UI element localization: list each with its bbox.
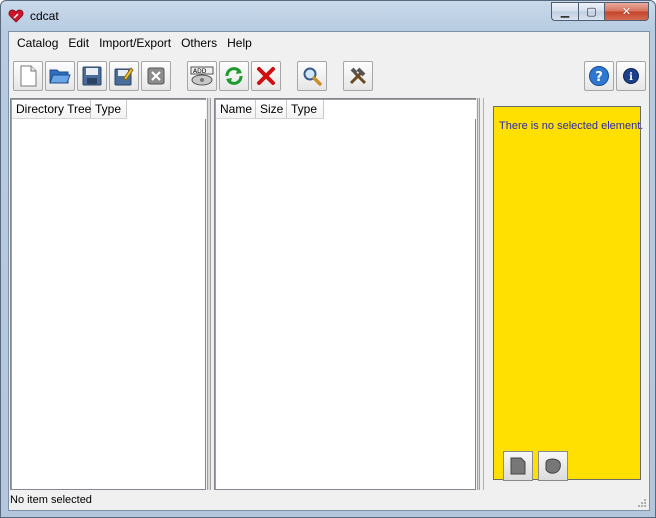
help-icon: ? [589,66,609,86]
open-folder-icon [49,69,71,84]
maximize-icon: ▢ [586,5,597,18]
save-as-button[interactable] [109,61,139,91]
status-bar: No item selected [9,492,649,510]
info-panel: There is no selected element. [493,106,644,481]
delete-x-icon [257,67,275,85]
column-header-size[interactable]: Size [256,100,287,119]
menu-help[interactable]: Help [222,33,257,53]
info-message: There is no selected element. [499,120,644,132]
app-heart-icon [8,9,24,23]
header-filler [127,100,206,119]
help-button[interactable]: ? [584,61,614,91]
new-document-icon [20,65,37,87]
note-icon [510,457,526,475]
tools-icon [349,67,367,85]
refresh-icon [225,67,243,85]
config-button[interactable] [343,61,373,91]
blob-icon [545,458,561,474]
minimize-icon: ▁ [560,5,570,18]
about-button[interactable]: i [616,61,646,91]
delete-button[interactable] [251,61,281,91]
column-header-directory-tree[interactable]: Directory Tree [12,100,91,119]
window-title: cdcat [30,9,59,23]
close-button[interactable]: ✕ [604,2,649,21]
maximize-button[interactable]: ▢ [578,2,604,21]
title-bar[interactable]: cdcat ▁ ▢ ✕ [1,1,655,31]
menu-import-export[interactable]: Import/Export [94,33,176,53]
add-media-button[interactable]: ADD [187,61,217,91]
column-header-type[interactable]: Type [287,100,324,119]
search-button[interactable] [297,61,327,91]
status-text: No item selected [10,494,92,506]
splitter-right[interactable] [477,98,480,490]
magnifier-icon [303,67,322,86]
rescan-button[interactable] [219,61,249,91]
close-catalog-button[interactable] [141,61,171,91]
close-box-icon [147,67,165,85]
info-category-button[interactable] [538,451,568,481]
client-area: Catalog Edit Import/Export Others Help A… [8,31,650,511]
minimize-button[interactable]: ▁ [551,2,578,21]
app-window: cdcat ▁ ▢ ✕ Catalog Edit Import/Export O… [0,0,656,518]
column-header-type[interactable]: Type [91,100,127,119]
toolbar: ADD ? i [9,58,649,94]
svg-text:ADD: ADD [193,68,207,75]
column-header-name[interactable]: Name [216,100,256,119]
info-icon: i [623,68,639,84]
resize-grip-icon[interactable] [637,498,647,508]
menu-catalog[interactable]: Catalog [12,33,63,53]
open-catalog-button[interactable] [45,61,75,91]
menu-others[interactable]: Others [176,33,222,53]
new-catalog-button[interactable] [13,61,43,91]
info-panel-container: There is no selected element. [483,98,649,490]
menu-edit[interactable]: Edit [63,33,94,53]
svg-text:i: i [629,72,633,83]
menu-bar: Catalog Edit Import/Export Others Help [9,32,649,54]
save-as-icon [114,67,134,86]
close-icon: ✕ [621,5,632,18]
directory-tree-pane[interactable]: Directory Tree Type [10,98,206,490]
add-media-icon: ADD [190,66,214,86]
file-list-pane[interactable]: Name Size Type [214,98,476,490]
save-disk-icon [82,66,102,86]
splitter-left[interactable] [207,98,211,490]
save-catalog-button[interactable] [77,61,107,91]
info-comment-button[interactable] [503,451,533,481]
svg-text:?: ? [595,70,603,85]
header-filler [324,100,476,119]
